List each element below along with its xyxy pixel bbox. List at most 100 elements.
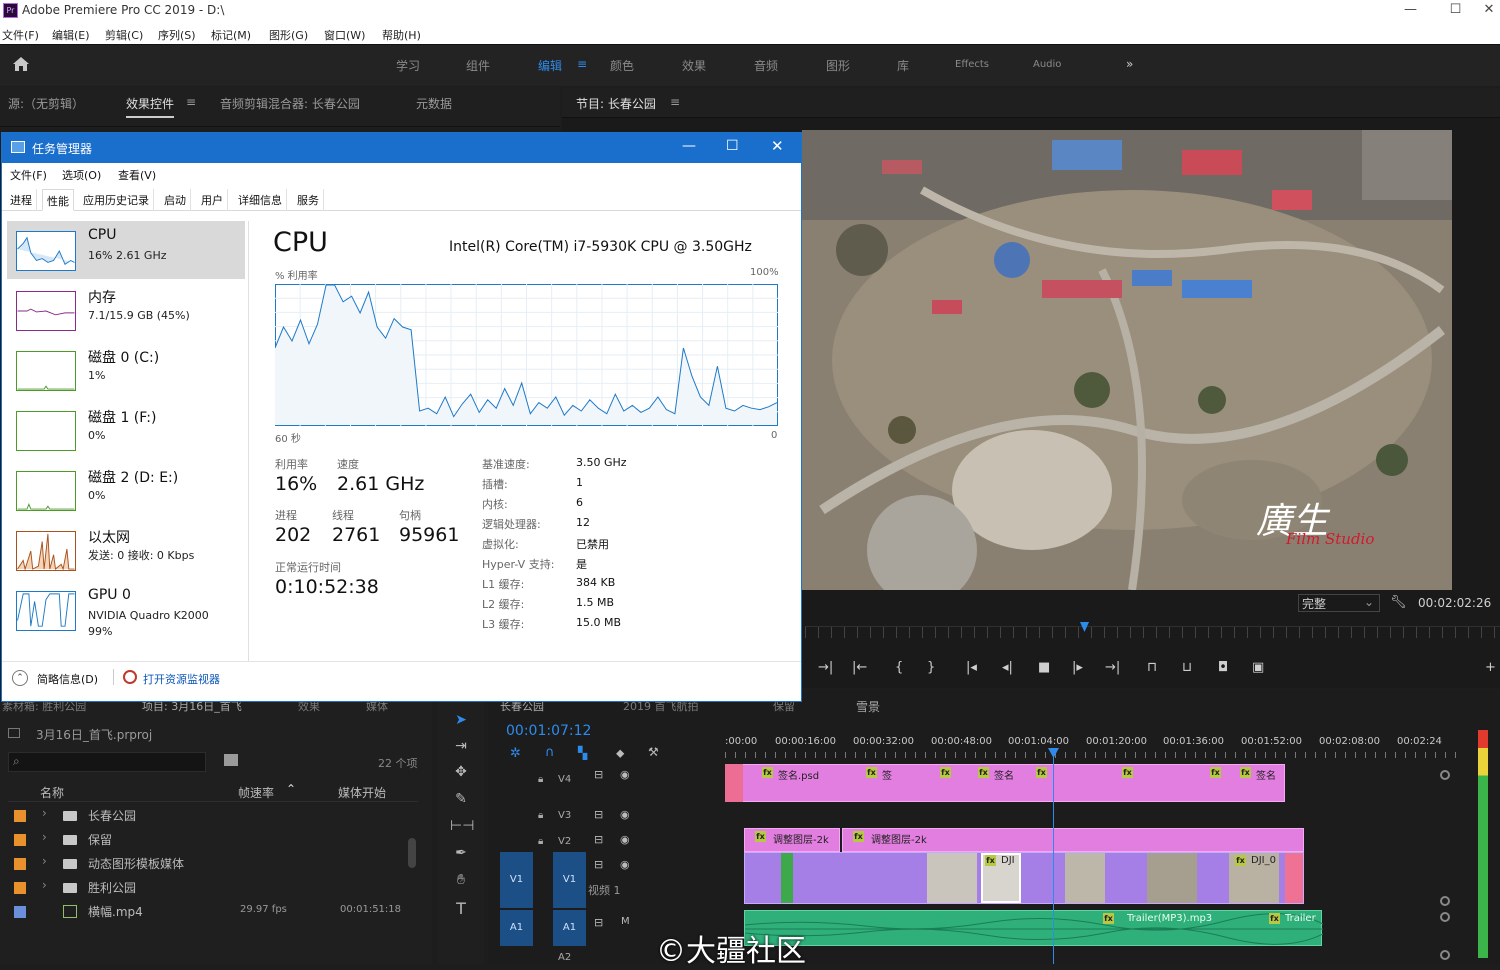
- workspace-menu-icon[interactable]: ≡: [577, 57, 587, 71]
- mark-in-icon[interactable]: {: [895, 660, 903, 675]
- project-row[interactable]: › 长春公园: [8, 804, 418, 827]
- new-bin-icon[interactable]: [224, 754, 238, 766]
- tab-effect-controls[interactable]: 效果控件: [126, 95, 175, 118]
- ripple-edit-icon[interactable]: ✥: [450, 764, 472, 784]
- tm-close-button[interactable]: ✕: [771, 137, 784, 155]
- program-scrubber[interactable]: [805, 626, 1500, 638]
- col-name[interactable]: 名称: [40, 784, 64, 801]
- toggle-sync-icon[interactable]: ⊟: [594, 768, 603, 781]
- workspace-learn[interactable]: 学习: [396, 57, 420, 74]
- razor-icon[interactable]: ✎: [450, 791, 472, 811]
- step-end-icon[interactable]: →|: [1105, 660, 1120, 675]
- lift-icon[interactable]: ⊓: [1147, 660, 1157, 675]
- workspace-effects[interactable]: 效果: [682, 57, 706, 74]
- tm-tab-users[interactable]: 用户: [197, 189, 228, 211]
- chevron-right-icon[interactable]: ›: [42, 878, 47, 892]
- workspace-audio[interactable]: 音频: [754, 57, 778, 74]
- zoom-handle[interactable]: [1440, 950, 1450, 960]
- menu-clip[interactable]: 剪辑(C): [105, 27, 143, 43]
- perf-item-gpu[interactable]: GPU 0 NVIDIA Quadro K2000 99%: [7, 581, 245, 645]
- track-label-a2[interactable]: A2: [558, 952, 571, 963]
- source-patch-v1[interactable]: V1: [500, 852, 533, 908]
- wrench-icon[interactable]: 🔧︎: [1390, 595, 1407, 610]
- toggle-sync-icon[interactable]: ⊟: [594, 916, 603, 929]
- project-row[interactable]: › 动态图形模板媒体: [8, 852, 418, 875]
- zoom-handle[interactable]: [1440, 896, 1450, 906]
- time-ruler[interactable]: :00:00 00:00:16:00 00:00:32:00 00:00:48:…: [725, 730, 1465, 760]
- tab-sequence-4[interactable]: 雪景: [856, 698, 880, 715]
- perf-item-disk-0[interactable]: 磁盘 0 (C:) 1%: [7, 341, 245, 399]
- tab-audio-clip-mixer[interactable]: 音频剪辑混合器: 长春公园: [220, 95, 360, 112]
- menu-help[interactable]: 帮助(H): [382, 27, 421, 43]
- step-back-icon[interactable]: ◂|: [1002, 660, 1013, 675]
- slip-icon[interactable]: ⊢⊣: [450, 818, 474, 838]
- workspace-assembly[interactable]: 组件: [466, 57, 490, 74]
- col-media-start[interactable]: 媒体开始: [338, 784, 386, 801]
- menu-sequence[interactable]: 序列(S): [158, 27, 196, 43]
- workspace-libraries[interactable]: 库: [897, 57, 909, 74]
- selection-tool-icon[interactable]: ➤: [450, 712, 472, 732]
- lock-icon[interactable]: 🔒︎: [538, 810, 543, 821]
- program-title[interactable]: 节目: 长春公园: [576, 95, 656, 112]
- project-row[interactable]: › 保留: [8, 828, 418, 851]
- v4-clip-edge[interactable]: [725, 764, 743, 802]
- menu-window[interactable]: 窗口(W): [324, 27, 365, 43]
- perf-item-disk-1[interactable]: 磁盘 1 (F:) 0%: [7, 401, 245, 459]
- lock-icon[interactable]: 🔒︎: [538, 836, 543, 847]
- step-forward-icon[interactable]: |▸: [1072, 660, 1083, 675]
- timeline-timecode[interactable]: 00:01:07:12: [506, 723, 591, 739]
- eye-icon[interactable]: ◉: [620, 768, 630, 781]
- workspace-audio-en[interactable]: Audio: [1033, 59, 1061, 70]
- linked-selection-icon[interactable]: ∩: [545, 745, 555, 760]
- tm-menu-view[interactable]: 查看(V): [118, 167, 156, 183]
- eye-icon[interactable]: ◉: [620, 808, 630, 821]
- tm-maximize-button[interactable]: ☐: [726, 138, 739, 154]
- program-menu-icon[interactable]: ≡: [670, 95, 680, 109]
- perf-item-disk-2[interactable]: 磁盘 2 (D: E:) 0%: [7, 461, 245, 519]
- zoom-handle[interactable]: [1440, 912, 1450, 922]
- camera-icon[interactable]: ◘: [1218, 660, 1228, 675]
- track-select-icon[interactable]: ⇥: [450, 738, 472, 758]
- marker-icon[interactable]: ⬥: [616, 746, 624, 761]
- tm-tab-processes[interactable]: 进程: [6, 189, 37, 211]
- workspace-more-icon[interactable]: »: [1126, 57, 1133, 71]
- project-scrollbar[interactable]: [408, 838, 416, 868]
- track-label-v4[interactable]: V4: [558, 774, 571, 785]
- project-search-input[interactable]: ⌕: [8, 752, 206, 772]
- zoom-handle[interactable]: [1440, 770, 1450, 780]
- chevron-right-icon[interactable]: ›: [42, 806, 47, 820]
- project-row[interactable]: 横幅.mp4 29.97 fps 00:01:51:18: [8, 900, 418, 923]
- track-label-a1[interactable]: A1: [553, 910, 586, 946]
- v2-adjustment-clip[interactable]: fx 调整图层-2k: [842, 828, 1304, 852]
- chevron-up-icon[interactable]: ⌃: [12, 670, 28, 686]
- open-resource-monitor-link[interactable]: 打开资源监视器: [143, 671, 220, 687]
- perf-item-cpu[interactable]: CPU 16% 2.61 GHz: [7, 221, 245, 279]
- menu-file[interactable]: 文件(F): [2, 27, 39, 43]
- go-to-in-icon[interactable]: |←: [852, 660, 867, 675]
- timeline-playhead[interactable]: [1053, 750, 1054, 964]
- tm-tab-startup[interactable]: 启动: [160, 189, 191, 211]
- workspace-editing[interactable]: 编辑: [538, 57, 562, 74]
- project-row[interactable]: › 胜利公园: [8, 876, 418, 899]
- menu-edit[interactable]: 编辑(E): [52, 27, 90, 43]
- toggle-sync-icon[interactable]: ⊟: [594, 833, 603, 846]
- add-button-icon[interactable]: +: [1485, 660, 1496, 675]
- mute-icon[interactable]: M: [621, 916, 630, 927]
- tm-menu-file[interactable]: 文件(F): [10, 167, 47, 183]
- track-label-v3[interactable]: V3: [558, 810, 571, 821]
- perf-item-memory[interactable]: 内存 7.1/15.9 GB (45%): [7, 281, 245, 339]
- v2-adjustment-clip[interactable]: fx 调整图层-2k: [744, 828, 840, 852]
- home-icon[interactable]: [12, 56, 30, 72]
- tab-menu-icon[interactable]: ≡: [186, 95, 196, 109]
- step-start-icon[interactable]: |◂: [966, 660, 977, 675]
- track-label-v1[interactable]: V1: [553, 852, 586, 908]
- fit-dropdown[interactable]: 完整 ⌄: [1298, 594, 1380, 612]
- a1-audio-clip[interactable]: fx Trailer(MP3).mp3 fx Trailer: [744, 910, 1323, 946]
- fewer-details-link[interactable]: 简略信息(D): [37, 671, 98, 687]
- snap-icon[interactable]: ✲: [510, 746, 521, 761]
- pen-icon[interactable]: ✒: [450, 845, 472, 865]
- toggle-sync-icon[interactable]: ⊟: [594, 858, 603, 871]
- chevron-right-icon[interactable]: ›: [42, 854, 47, 868]
- tm-tab-details[interactable]: 详细信息: [234, 189, 287, 211]
- tm-tab-performance[interactable]: 性能: [42, 189, 74, 211]
